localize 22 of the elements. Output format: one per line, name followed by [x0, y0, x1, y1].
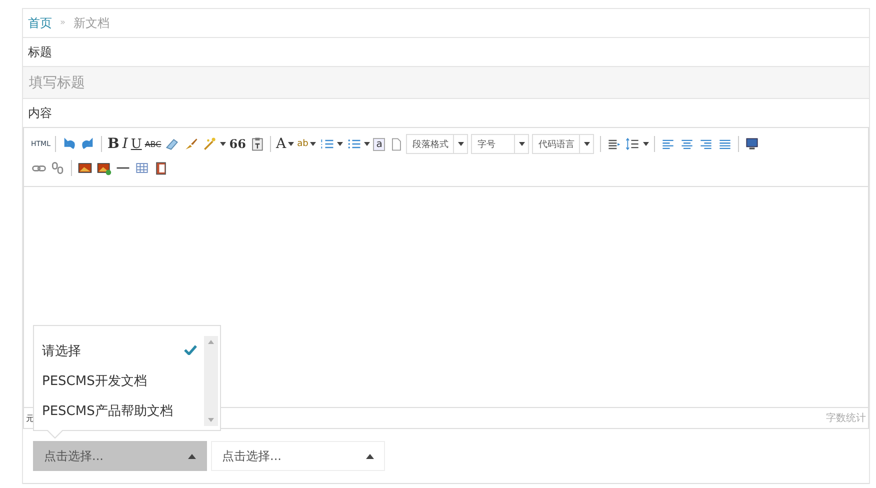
highlight-button[interactable]: ab — [296, 134, 318, 154]
format-dropdown[interactable]: 段落格式 — [406, 134, 468, 154]
format-dropdown[interactable]: 字号 — [471, 134, 530, 154]
select-field[interactable]: 点击选择... — [211, 441, 385, 471]
breadcrumb-current: 新文档 — [74, 14, 110, 32]
format-dropdown[interactable]: 代码语言 — [532, 134, 594, 154]
select-field[interactable]: 点击选择... — [33, 441, 207, 471]
bold-button[interactable]: B — [106, 134, 120, 154]
italic-button[interactable]: I — [121, 134, 129, 154]
field-label: 标题 — [28, 44, 52, 60]
dropdown-option[interactable]: PESCMS开发文档 — [34, 366, 204, 396]
quote-button[interactable]: 66 — [228, 134, 247, 154]
dropdown-option[interactable]: 请选择 — [34, 336, 204, 366]
underline-button[interactable]: U — [130, 134, 143, 154]
breadcrumb-separator: » — [60, 18, 66, 28]
strikethrough-button[interactable]: ABC — [144, 134, 162, 154]
breadcrumb-link[interactable]: 首页 — [28, 14, 52, 32]
font-color-button[interactable]: A — [274, 134, 296, 154]
dropdown-option[interactable]: PESCMS产品帮助文档 — [34, 396, 204, 426]
word-count: 字数统计 — [826, 412, 866, 425]
field-label: 内容 — [28, 104, 52, 122]
title-input[interactable]: 填写标题 — [23, 67, 869, 99]
